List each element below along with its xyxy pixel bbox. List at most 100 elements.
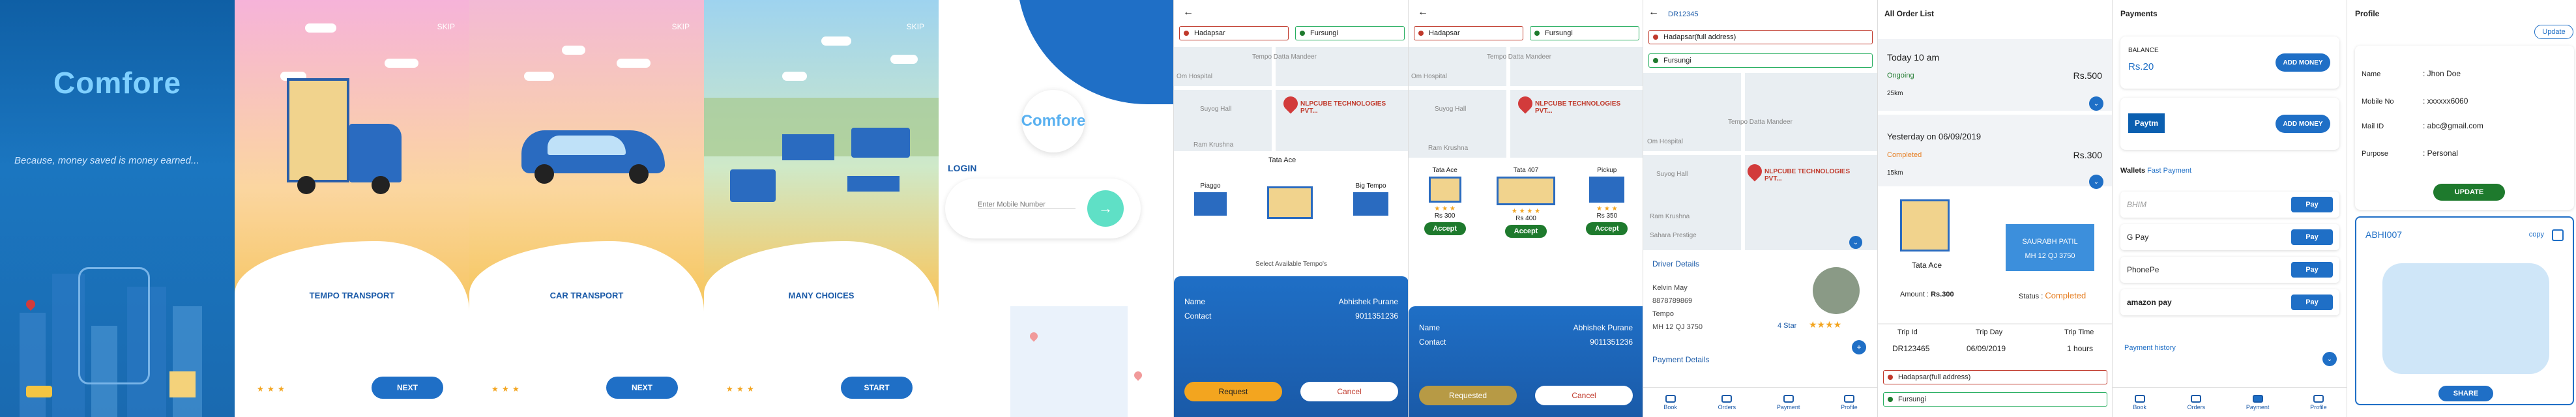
- field-label: Purpose: [2362, 150, 2388, 158]
- vehicle-option[interactable]: Big Tempo: [1353, 182, 1388, 219]
- accept-button[interactable]: Accept: [1504, 225, 1547, 238]
- nav-book[interactable]: Book: [2133, 394, 2146, 410]
- select-hint: Select Available Tempo's: [1255, 261, 1327, 268]
- order-card[interactable]: Yesterday on 06/09/2019 Completed Rs.300…: [1878, 115, 2112, 189]
- onboarding-tempo-screen: SKIP TEMPO TRANSPORT ★ ★ ★ NEXT: [235, 0, 469, 417]
- page-title: All Order List: [1884, 9, 1935, 18]
- nav-payment[interactable]: Payment: [2246, 394, 2269, 410]
- driver-name: SAURABH PATIL: [2022, 238, 2078, 246]
- quote-tata-ace: Tata Ace ★ ★ ★ Rs 300 Accept: [1424, 167, 1466, 238]
- truck-icon: [1267, 186, 1313, 219]
- drop-field: Fursungi: [1883, 392, 2107, 407]
- nav-label: Book: [2133, 403, 2146, 410]
- update-top-button[interactable]: Update: [2534, 25, 2573, 39]
- pay-button[interactable]: Pay: [2291, 262, 2333, 278]
- nav-label: Orders: [2187, 403, 2206, 410]
- profile-screen: Profile Update Name : Jhon Doe Mobile No…: [2347, 0, 2576, 417]
- truck-icon: [1194, 192, 1227, 216]
- paytm-card: Paytm ADD MONEY: [2120, 98, 2339, 150]
- map-view[interactable]: Tempo Datta Mandeer Om Hospital Suyog Ha…: [1409, 47, 1643, 158]
- location-pin-icon: [1280, 93, 1301, 114]
- quote-pickup: Pickup ★ ★ ★ Rs 350 Accept: [1586, 167, 1628, 238]
- taxi-icon: [26, 386, 52, 397]
- map-view[interactable]: Tempo Datta Mandeer Om Hospital Suyog Ha…: [1643, 73, 1877, 250]
- cancel-button[interactable]: Cancel: [1300, 382, 1398, 401]
- page-dots: ★ ★ ★: [257, 384, 285, 394]
- accept-button[interactable]: Accept: [1424, 222, 1466, 235]
- wheel-icon: [534, 164, 554, 184]
- add-icon[interactable]: +: [1852, 340, 1866, 354]
- copy-icon[interactable]: [2552, 229, 2564, 241]
- truck-icon: [2191, 394, 2202, 403]
- logo-text: Comfore: [53, 66, 182, 100]
- mobile-number-input[interactable]: [978, 201, 1076, 209]
- expand-button[interactable]: ⌄: [2322, 352, 2337, 366]
- nav-orders[interactable]: Orders: [1718, 394, 1736, 410]
- map-label: Tempo Datta Mandeer: [1252, 53, 1317, 61]
- wallet-name: amazon pay: [2127, 298, 2172, 307]
- wallets-label: Wallets: [2120, 167, 2146, 175]
- field-value[interactable]: : abc@gmail.com: [2423, 121, 2483, 130]
- onboarding-title: CAR TRANSPORT: [549, 291, 624, 300]
- expand-button[interactable]: ⌄: [2089, 96, 2103, 111]
- expand-button[interactable]: ⌄: [2089, 175, 2103, 189]
- payment-history-link[interactable]: Payment history: [2124, 344, 2176, 352]
- pickup-field[interactable]: Hadapsar: [1414, 26, 1523, 40]
- drop-field[interactable]: Fursungi: [1648, 53, 1873, 68]
- vehicle-option[interactable]: [1267, 186, 1313, 219]
- skip-link[interactable]: SKIP: [437, 22, 455, 31]
- pickup-field[interactable]: Hadapsar(full address): [1648, 30, 1873, 44]
- wallet-row: G Pay Pay: [2120, 224, 2339, 250]
- vehicle-option[interactable]: Piaggo: [1194, 182, 1227, 219]
- nav-book[interactable]: Book: [1663, 394, 1677, 410]
- share-button[interactable]: SHARE: [2438, 386, 2493, 401]
- pickup-dot-icon: [1418, 31, 1424, 36]
- back-arrow-icon[interactable]: ←: [1418, 7, 1428, 18]
- price: Rs 300: [1434, 212, 1456, 220]
- accept-button[interactable]: Accept: [1586, 222, 1628, 235]
- field-value[interactable]: : xxxxxx6060: [2423, 96, 2468, 106]
- expand-button[interactable]: ⌄: [1849, 236, 1862, 249]
- back-arrow-icon[interactable]: ←: [1648, 7, 1659, 18]
- nav-orders[interactable]: Orders: [2187, 394, 2206, 410]
- add-money-button[interactable]: ADD MONEY: [2276, 53, 2330, 72]
- field-label: Mail ID: [2362, 122, 2384, 130]
- pickup-field[interactable]: Hadapsar: [1179, 26, 1289, 40]
- field-label: Name: [2362, 70, 2381, 78]
- order-distance: 25km: [1887, 90, 1903, 97]
- back-arrow-icon[interactable]: ←: [1183, 7, 1193, 18]
- pay-button[interactable]: Pay: [2291, 229, 2333, 245]
- drop-field[interactable]: Fursungi: [1295, 26, 1405, 40]
- truck-icon: [1900, 199, 1950, 252]
- login-submit-button[interactable]: →: [1087, 190, 1124, 227]
- update-button[interactable]: UPDATE: [2433, 184, 2505, 201]
- name-value: Abhishek Purane: [1573, 323, 1633, 332]
- field-value[interactable]: : Jhon Doe: [2423, 69, 2461, 78]
- nav-profile[interactable]: Profile: [2310, 394, 2327, 410]
- add-money-button[interactable]: ADD MONEY: [2276, 115, 2330, 133]
- login-heading: LOGIN: [948, 163, 977, 173]
- order-card[interactable]: Today 10 am Ongoing Rs.500 25km ⌄: [1878, 39, 2112, 111]
- wheel-icon: [372, 176, 390, 194]
- field-value[interactable]: : Personal: [2423, 149, 2458, 158]
- wallet-row: PhonePe Pay: [2120, 257, 2339, 283]
- vehicle-quotes-screen: ← Hadapsar Fursungi Tempo Datta Mandeer …: [1408, 0, 1643, 417]
- skip-link[interactable]: SKIP: [907, 22, 924, 31]
- pay-button[interactable]: Pay: [2291, 295, 2333, 310]
- requested-button[interactable]: Requested: [1419, 386, 1517, 405]
- next-button[interactable]: NEXT: [372, 377, 443, 399]
- app-logo: Comfore: [53, 65, 181, 100]
- skip-link[interactable]: SKIP: [672, 22, 690, 31]
- pay-button[interactable]: Pay: [2291, 197, 2333, 212]
- start-button[interactable]: START: [841, 377, 913, 399]
- nav-profile[interactable]: Profile: [1841, 394, 1858, 410]
- copy-link[interactable]: copy: [2529, 231, 2544, 238]
- drop-field[interactable]: Fursungi: [1530, 26, 1639, 40]
- map-view[interactable]: Tempo Datta Mandeer Om Hospital Suyog Ha…: [1174, 47, 1408, 151]
- cancel-button[interactable]: Cancel: [1535, 386, 1633, 405]
- van-icon: [730, 169, 776, 202]
- next-button[interactable]: NEXT: [606, 377, 678, 399]
- request-button[interactable]: Request: [1184, 382, 1282, 401]
- nav-payment[interactable]: Payment: [1777, 394, 1800, 410]
- map-label: Suyog Hall: [1200, 106, 1232, 113]
